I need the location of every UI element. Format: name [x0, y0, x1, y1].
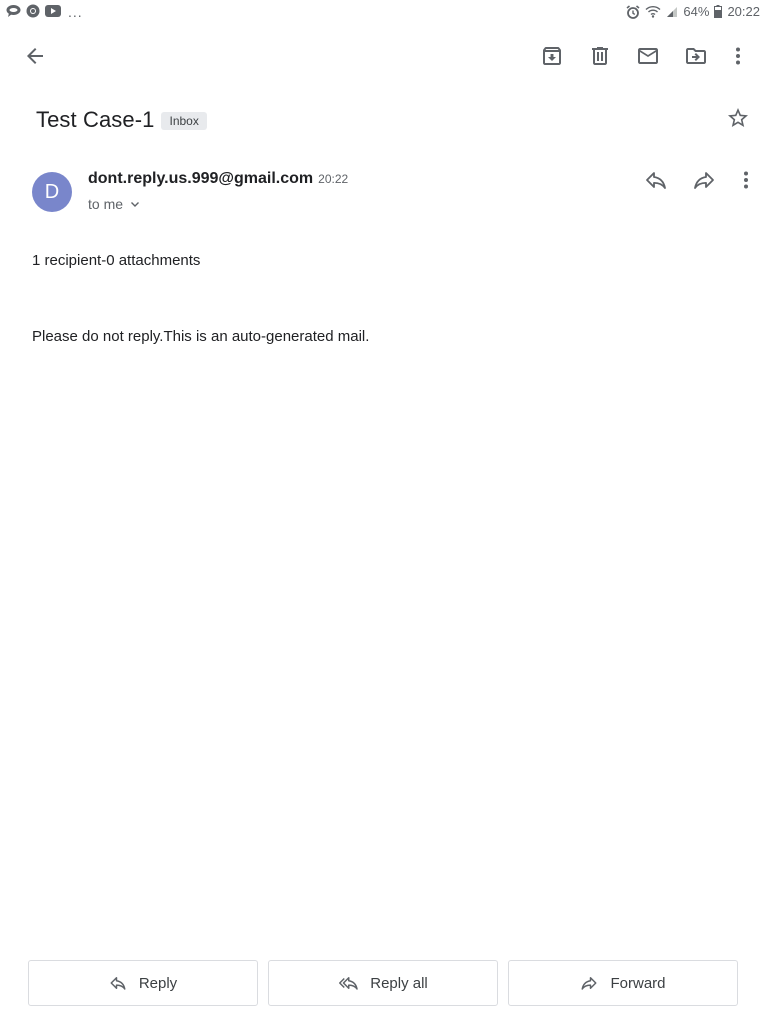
reply-button[interactable]: Reply — [28, 960, 258, 1006]
chat-bubble-icon — [6, 4, 21, 21]
back-arrow-icon — [27, 48, 43, 64]
archive-button[interactable] — [528, 32, 576, 80]
wifi-icon — [645, 5, 661, 18]
sent-time: 20:22 — [318, 172, 349, 186]
more-options-button[interactable] — [714, 32, 762, 80]
subject-row: Test Case-1 Inbox — [36, 104, 207, 136]
reply-label: Reply — [138, 974, 178, 992]
forward-label: Forward — [610, 974, 666, 992]
reply-all-button[interactable]: Reply all — [268, 960, 498, 1006]
delete-button[interactable] — [576, 32, 624, 80]
reply-all-label: Reply all — [370, 974, 428, 992]
move-to-button[interactable] — [672, 32, 720, 80]
star-outline-icon — [728, 108, 748, 127]
more-vert-icon — [736, 47, 740, 65]
email-subject: Test Case-1 — [36, 107, 155, 132]
star-button[interactable] — [714, 96, 762, 140]
alarm-icon — [626, 4, 640, 19]
forward-button[interactable]: Forward — [508, 960, 738, 1006]
archive-icon — [543, 47, 561, 65]
clock-time: 20:22 — [727, 4, 760, 19]
recipient-text: to me — [88, 196, 124, 212]
message-meta: 1 recipient-0 attachments — [32, 252, 201, 269]
status-system: 64% 20:22 — [626, 4, 760, 19]
sender-line: dont.reply.us.999@gmail.com 20:22 — [88, 170, 348, 188]
recipient-details-toggle[interactable]: to me — [88, 196, 141, 212]
reply-icon — [110, 977, 126, 990]
forward-icon — [694, 172, 714, 189]
battery-icon — [714, 5, 723, 18]
move-to-folder-icon — [686, 48, 706, 64]
email-toolbar — [0, 32, 768, 80]
sender-email: dont.reply.us.999@gmail.com — [88, 170, 314, 187]
signal-icon — [666, 6, 678, 18]
forward-icon — [581, 977, 597, 990]
status-overflow: ... — [68, 3, 83, 20]
status-bar: ... 64% 20:22 — [0, 0, 768, 24]
reply-icon-button[interactable] — [632, 156, 680, 204]
message-body: Please do not reply.This is an auto-gene… — [32, 328, 370, 345]
chrome-icon — [26, 4, 40, 21]
battery-percent: 64% — [683, 4, 710, 19]
status-notifications: ... — [6, 4, 83, 21]
reply-icon — [646, 172, 666, 189]
mail-icon — [638, 48, 658, 64]
inbox-label-chip[interactable]: Inbox — [161, 111, 207, 130]
forward-icon-button[interactable] — [680, 156, 728, 204]
email-view-page: ... 64% 20:22 Test Case-1 Inbox D dont.r… — [0, 0, 768, 1024]
more-vert-icon — [744, 171, 748, 189]
message-more-button[interactable] — [722, 156, 768, 204]
chevron-down-icon — [131, 202, 140, 207]
back-button[interactable] — [11, 32, 59, 80]
youtube-icon — [45, 5, 61, 20]
mark-unread-button[interactable] — [624, 32, 672, 80]
delete-icon — [592, 47, 608, 65]
reply-all-icon — [339, 977, 358, 990]
sender-avatar[interactable]: D — [32, 172, 72, 212]
